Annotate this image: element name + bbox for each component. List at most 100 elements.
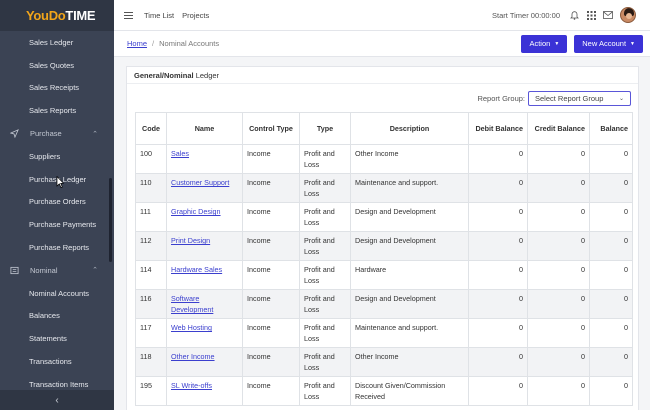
account-name-link[interactable]: Print Design (171, 236, 210, 245)
brand-logo[interactable]: YouDoTIME (0, 0, 114, 31)
account-name-link[interactable]: Graphic Design (171, 207, 221, 216)
account-name-link[interactable]: Sales (171, 149, 189, 158)
time-list-link[interactable]: Time List (144, 11, 174, 20)
card-title-bold: General/Nominal (134, 70, 194, 80)
sidebar-item-balances[interactable]: Balances (0, 305, 114, 328)
column-header-credit-balance[interactable]: Credit Balance (527, 112, 590, 145)
column-header-type[interactable]: Type (299, 112, 351, 145)
sidebar-item-sales-quotes[interactable]: Sales Quotes (0, 54, 114, 77)
sidebar-item-suppliers[interactable]: Suppliers (0, 145, 114, 168)
new-account-button[interactable]: New Account ▼ (574, 34, 643, 53)
sidebar-item-label: Purchase Orders (29, 197, 86, 207)
cell-code: 118 (135, 347, 167, 377)
apps-grid-icon[interactable] (586, 10, 596, 20)
cell-name: Web Hosting (166, 318, 243, 348)
cell-control-type: Income (242, 260, 300, 290)
cell-name: Software Development (166, 289, 243, 319)
nominal-accounts-table: Code Name Control Type Type Description … (135, 112, 633, 406)
menu-icon[interactable] (124, 11, 133, 19)
report-group-filter: Report Group: Select Report Group ⌄ (477, 91, 631, 106)
sidebar-item-label: Sales Quotes (29, 60, 75, 70)
account-name-link[interactable]: Customer Support (171, 178, 229, 187)
sidebar-item-label: Sales Reports (29, 106, 77, 116)
sidebar-item-purchase-reports[interactable]: Purchase Reports (0, 236, 114, 259)
cell-description: Design and Development (350, 289, 469, 319)
cell-name: Sales (166, 144, 243, 174)
table-row[interactable]: 116 Software Development Income Profit and … (135, 289, 633, 319)
sidebar-item-sales-receipts[interactable]: Sales Receipts (0, 77, 114, 100)
cell-debit-balance: 0 (468, 376, 528, 406)
ledger-card: General/Nominal Ledger Report Group: Sel… (126, 66, 639, 410)
column-header-balance[interactable]: Balance (589, 112, 633, 145)
cell-balance: 0 (589, 231, 633, 261)
cell-control-type: Income (242, 318, 300, 348)
table-row[interactable]: 111 Graphic Design Income Profit and Loss De… (135, 202, 633, 232)
table-row[interactable]: 110 Customer Support Income Profit and Loss… (135, 173, 633, 203)
cell-credit-balance: 0 (527, 347, 590, 377)
cell-debit-balance: 0 (468, 260, 528, 290)
cell-credit-balance: 0 (527, 144, 590, 174)
table-row[interactable]: 100 Sales Income Profit and Loss Other Incom… (135, 144, 633, 174)
cell-credit-balance: 0 (527, 202, 590, 232)
cell-credit-balance: 0 (527, 318, 590, 348)
cell-credit-balance: 0 (527, 289, 590, 319)
mouse-cursor-icon (56, 176, 64, 188)
sidebar-item-transactions[interactable]: Transactions (0, 350, 114, 373)
cell-balance: 0 (589, 173, 633, 203)
cell-balance: 0 (589, 144, 633, 174)
table-row[interactable]: 118 Other Income Income Profit and Loss Othe… (135, 347, 633, 377)
caret-down-icon: ▼ (630, 40, 635, 47)
mail-icon[interactable] (603, 10, 613, 20)
user-avatar[interactable] (620, 7, 636, 23)
sidebar-scrollbar[interactable] (109, 178, 112, 262)
cell-description: Other Income (350, 144, 469, 174)
sidebar-section-nominal[interactable]: Nominal ⌃ (0, 259, 114, 282)
sidebar-section-purchase[interactable]: Purchase ⌃ (0, 122, 114, 145)
column-header-debit-balance[interactable]: Debit Balance (468, 112, 528, 145)
cell-type: Profit and Loss (299, 231, 351, 261)
sidebar-item-purchase-payments[interactable]: Purchase Payments (0, 213, 114, 236)
table-row[interactable]: 114 Hardware Sales Income Profit and Loss Ha… (135, 260, 633, 290)
column-header-name[interactable]: Name (166, 112, 243, 145)
sidebar: YouDoTIME Sales Ledger Sales Quotes Sale… (0, 0, 114, 410)
cell-balance: 0 (589, 260, 633, 290)
account-name-link[interactable]: Hardware Sales (171, 265, 222, 274)
sidebar-menu: Sales Ledger Sales Quotes Sales Receipts… (0, 31, 114, 396)
cell-control-type: Income (242, 289, 300, 319)
table-row[interactable]: 195 SL Write-offs Income Profit and Loss Dis… (135, 376, 633, 406)
account-name-link[interactable]: Web Hosting (171, 323, 212, 332)
cell-credit-balance: 0 (527, 260, 590, 290)
table-row[interactable]: 112 Print Design Income Profit and Loss Desi… (135, 231, 633, 261)
breadcrumb-home-link[interactable]: Home (127, 39, 147, 48)
account-name-link[interactable]: SL Write-offs (171, 381, 212, 390)
table-row[interactable]: 117 Web Hosting Income Profit and Loss Maint… (135, 318, 633, 348)
sidebar-item-sales-reports[interactable]: Sales Reports (0, 99, 114, 122)
sidebar-item-label: Balances (29, 311, 60, 321)
chevron-up-icon: ⌃ (92, 267, 98, 275)
column-header-code[interactable]: Code (135, 112, 167, 145)
column-header-control-type[interactable]: Control Type (242, 112, 300, 145)
bell-icon[interactable] (569, 10, 579, 20)
collapse-sidebar-button[interactable]: ‹ (0, 390, 114, 410)
cell-balance: 0 (589, 318, 633, 348)
cell-type: Profit and Loss (299, 144, 351, 174)
sidebar-item-sales-ledger[interactable]: Sales Ledger (0, 31, 114, 54)
chevron-left-icon: ‹ (55, 394, 59, 406)
account-name-link[interactable]: Software Development (171, 294, 213, 314)
report-group-select[interactable]: Select Report Group ⌄ (528, 91, 631, 106)
projects-link[interactable]: Projects (182, 11, 209, 20)
sidebar-item-statements[interactable]: Statements (0, 327, 114, 350)
start-timer[interactable]: Start Timer 00:00:00 (492, 11, 560, 20)
caret-down-icon: ▼ (554, 40, 560, 47)
sidebar-item-purchase-orders[interactable]: Purchase Orders (0, 191, 114, 214)
top-bar: Time List Projects Start Timer 00:00:00 (114, 0, 650, 31)
cell-credit-balance: 0 (527, 173, 590, 203)
account-name-link[interactable]: Other Income (171, 352, 215, 361)
cell-balance: 0 (589, 376, 633, 406)
cell-code: 110 (135, 173, 167, 203)
column-header-description[interactable]: Description (350, 112, 469, 145)
sidebar-item-nominal-accounts[interactable]: Nominal Accounts (0, 282, 114, 305)
action-button[interactable]: Action ▼ (521, 34, 568, 53)
cell-code: 111 (135, 202, 167, 232)
cell-type: Profit and Loss (299, 318, 351, 348)
